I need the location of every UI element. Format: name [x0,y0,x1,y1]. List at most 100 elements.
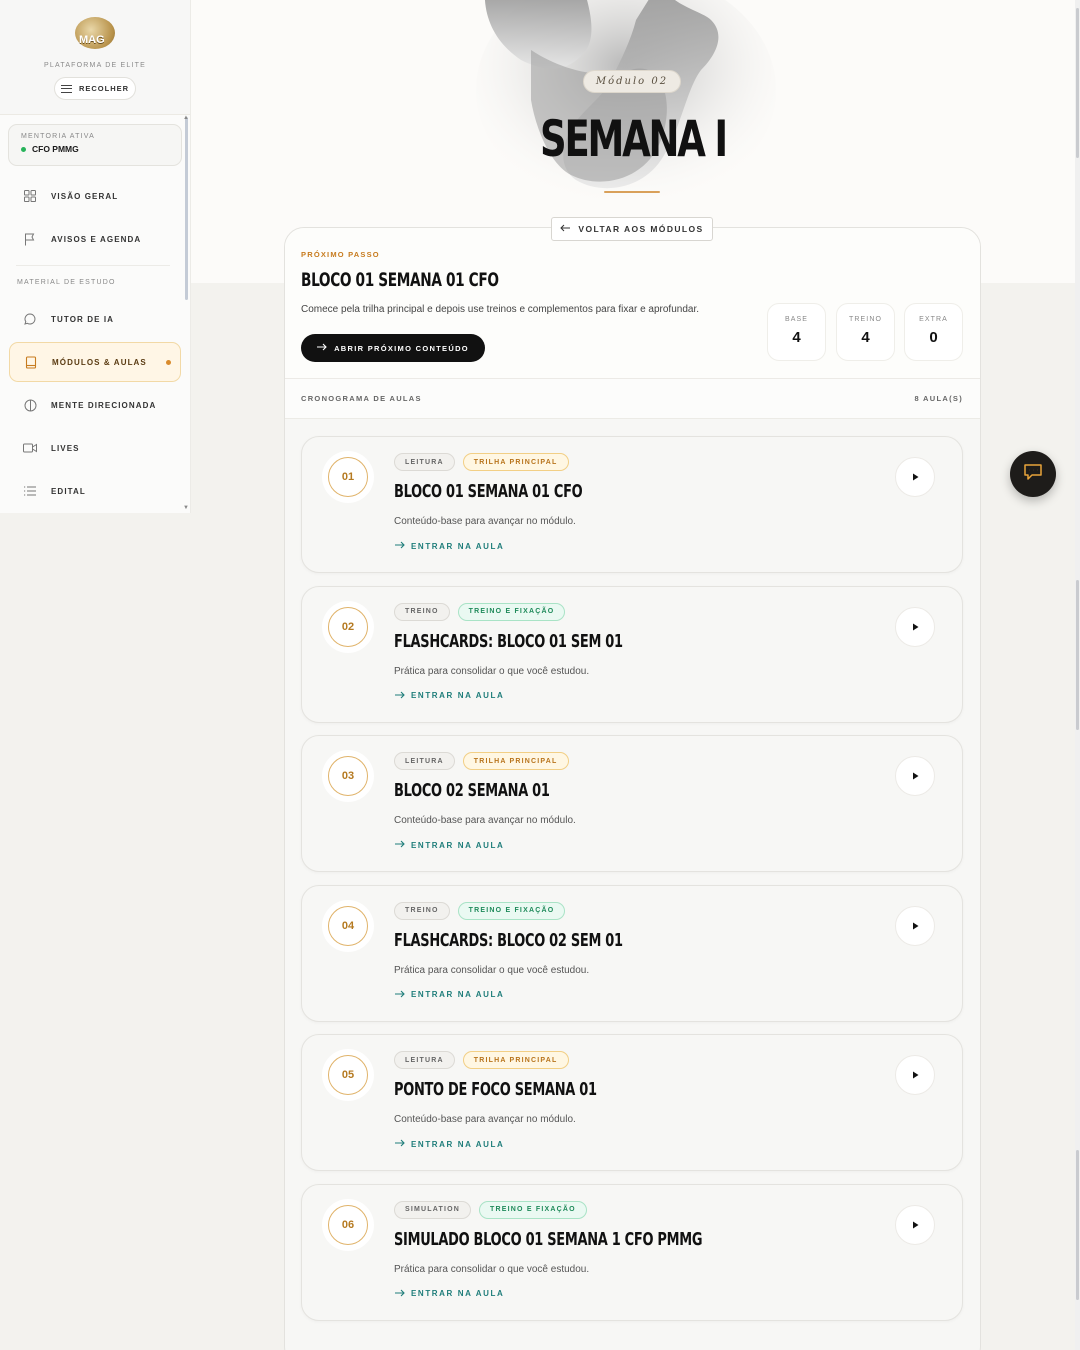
arrow-right-icon [395,990,405,1000]
stat-label: TREINO [848,316,883,323]
chat-fab-button[interactable] [1010,451,1056,497]
lesson-title: FLASHCARDS: BLOCO 01 SEM 01 [394,630,623,652]
lesson-number-badge: 01 [322,451,374,503]
stat-label: BASE [784,316,809,323]
lesson-type-tag: LEITURA [394,1051,455,1069]
play-lesson-button[interactable] [895,905,935,946]
enter-lesson-label: ENTRAR NA AULA [411,1289,505,1298]
lesson-track-tag: TREINO E FIXAÇÃO [457,901,566,920]
collapse-sidebar-button[interactable]: RECOLHER [54,77,136,100]
lesson-track-tag: TRILHA PRINCIPAL [462,453,569,471]
lesson-track-tag: TRILHA PRINCIPAL [462,1051,569,1069]
enter-lesson-link[interactable]: ENTRAR NA AULA [395,840,504,850]
open-next-content-button[interactable]: ABRIR PRÓXIMO CONTEÚDO [301,334,485,362]
lesson-title: BLOCO 01 SEMANA 01 CFO [394,481,583,502]
sidebar-header: MAG PLATAFORMA DE ELITE RECOLHER [0,0,190,115]
lesson-card[interactable]: 02 TREINO TREINO E FIXAÇÃO FLASHCARDS: BLOC… [301,585,963,723]
lesson-tags: SIMULATION TREINO E FIXAÇÃO [394,1200,587,1219]
lesson-type-tag: LEITURA [394,752,455,770]
lesson-title: BLOCO 02 SEMANA 01 [394,780,550,801]
chat-message-icon [1023,463,1043,486]
lesson-description: Conteúdo-base para avançar no módulo. [394,815,576,826]
arrow-right-icon [395,1289,405,1299]
lesson-number: 05 [328,1055,368,1095]
enter-lesson-link[interactable]: ENTRAR NA AULA [395,990,504,1000]
sidebar: MAG PLATAFORMA DE ELITE RECOLHER MENTORI… [0,0,191,513]
brand-logo[interactable]: MAG [73,13,117,53]
brand-logo-text: MAG [79,34,105,46]
scroll-down-arrow-icon[interactable]: ▼ [183,505,189,511]
lesson-description: Conteúdo-base para avançar no módulo. [394,516,576,527]
lesson-description: Prática para consolidar o que você estud… [394,1263,590,1275]
lesson-card[interactable]: 03 LEITURA TRILHA PRINCIPAL BLOCO 02 SEMANA… [301,735,963,872]
play-icon [912,468,919,486]
schedule-header: CRONOGRAMA DE AULAS 8 AULA(S) [285,379,980,419]
lesson-number: 06 [328,1204,368,1245]
lesson-tags: LEITURA TRILHA PRINCIPAL [394,752,569,770]
play-icon [912,917,919,935]
lesson-number: 03 [328,756,368,796]
stat-extra: EXTRA 0 [904,303,963,361]
play-icon [912,618,919,636]
sidebar-scrollbar[interactable] [185,117,188,300]
play-lesson-button[interactable] [895,1055,935,1095]
lesson-card[interactable]: 06 SIMULATION TREINO E FIXAÇÃO SIMULADO BLO… [301,1183,963,1321]
sidebar-item-tutor-ia[interactable]: TUTOR DE IA [9,299,181,339]
scroll-up-arrow-icon[interactable]: ▲ [183,115,189,121]
lesson-card[interactable]: 04 TREINO TREINO E FIXAÇÃO FLASHCARDS: BLOC… [301,884,963,1022]
lesson-number: 02 [328,606,368,647]
active-mentorship-card[interactable]: MENTORIA ATIVA CFO PMMG [8,124,182,166]
lesson-number-badge: 03 [322,750,374,802]
schedule-count: 8 AULA(S) [914,394,963,403]
back-to-modules-button[interactable]: VOLTAR AOS MÓDULOS [551,217,713,241]
sidebar-item-label: MÓDULOS & AULAS [52,357,147,367]
sidebar-item-edital[interactable]: EDITAL [9,471,181,511]
lesson-type-tag: TREINO [394,901,450,920]
arrow-right-icon [395,691,405,701]
sidebar-item-modulos-aulas[interactable]: MÓDULOS & AULAS [9,342,181,382]
brand-subtitle: PLATAFORMA DE ELITE [44,62,146,69]
lesson-card[interactable]: 05 LEITURA TRILHA PRINCIPAL PONTO DE FOCO S… [301,1034,963,1171]
arrow-right-icon [395,541,405,551]
page-scrollbar[interactable] [1075,0,1080,1350]
lesson-type-tag: LEITURA [394,453,455,471]
play-lesson-button[interactable] [895,756,935,796]
page-title: SEMANA I [540,110,728,168]
title-underline [604,191,660,193]
lesson-tags: LEITURA TRILHA PRINCIPAL [394,453,569,471]
lesson-title: PONTO DE FOCO SEMANA 01 [394,1079,597,1100]
sidebar-item-label: AVISOS E AGENDA [51,234,142,244]
enter-lesson-link[interactable]: ENTRAR NA AULA [395,691,504,701]
stat-value: 4 [792,329,801,346]
back-button-label: VOLTAR AOS MÓDULOS [578,224,704,234]
sidebar-item-mente-direcionada[interactable]: MENTE DIRECIONADA [9,385,181,425]
enter-lesson-link[interactable]: ENTRAR NA AULA [395,541,504,551]
list-icon [21,482,39,500]
lesson-number-badge: 04 [322,899,374,952]
enter-lesson-link[interactable]: ENTRAR NA AULA [395,1139,504,1149]
brain-icon [21,396,39,414]
lesson-description: Prática para consolidar o que você estud… [394,964,590,976]
schedule-label: CRONOGRAMA DE AULAS [301,394,422,403]
lesson-track-tag: TRILHA PRINCIPAL [462,752,569,770]
play-lesson-button[interactable] [895,1204,935,1245]
enter-lesson-label: ENTRAR NA AULA [411,1139,505,1149]
lesson-track-tag: TREINO E FIXAÇÃO [479,1200,587,1219]
play-lesson-button[interactable] [895,457,935,497]
play-lesson-button[interactable] [895,606,935,647]
stat-value: 0 [929,329,938,346]
enter-lesson-link[interactable]: ENTRAR NA AULA [395,1289,504,1299]
sidebar-section-label: MATERIAL DE ESTUDO [17,279,116,286]
arrow-right-icon [395,1139,405,1149]
flag-icon [21,230,39,248]
lesson-number: 01 [328,457,368,497]
statue-illustration [476,0,776,210]
next-step-description: Comece pela trilha principal e depois us… [301,304,699,315]
next-step-title: BLOCO 01 SEMANA 01 CFO [301,269,499,291]
stat-base: BASE 4 [767,303,826,361]
sidebar-item-visao-geral[interactable]: VISÃO GERAL [9,176,181,216]
lesson-card[interactable]: 01 LEITURA TRILHA PRINCIPAL BLOCO 01 SEMANA… [301,436,963,573]
play-icon [912,1216,919,1234]
sidebar-item-lives[interactable]: LIVES [9,428,181,468]
sidebar-item-avisos-agenda[interactable]: AVISOS E AGENDA [9,219,181,259]
